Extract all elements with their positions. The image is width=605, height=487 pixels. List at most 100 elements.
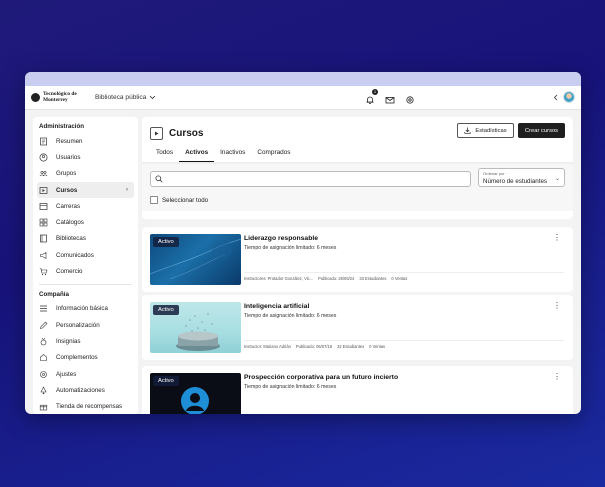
sidebar-item-ajustes[interactable]: Ajustes	[33, 366, 138, 382]
more-options-icon[interactable]: ⋮	[553, 234, 561, 242]
course-subtitle: Tiempo de asignación limitado: 6 meses	[244, 313, 337, 319]
sidebar-item-catálogos[interactable]: Catálogos	[33, 214, 138, 230]
course-icon	[39, 186, 48, 195]
course-subtitle: Tiempo de asignación limitado: 6 meses	[244, 245, 337, 251]
course-thumbnail: Activo	[150, 234, 241, 285]
more-options-icon[interactable]: ⋮	[553, 373, 561, 381]
sidebar-item-carreras[interactable]: Carreras	[33, 198, 138, 214]
career-icon	[39, 202, 48, 211]
tab-all[interactable]: Todos	[150, 143, 179, 162]
sidebar-item-complementos[interactable]: Complementos	[33, 350, 138, 366]
chevron-left-icon[interactable]	[553, 94, 558, 101]
page-title: Cursos	[169, 127, 204, 139]
courses-panel: Cursos Estadísticas Crear cursos Todos A…	[142, 117, 573, 219]
sidebar-item-resumen[interactable]: Resumen	[33, 133, 138, 149]
create-course-button[interactable]: Crear cursos	[518, 123, 565, 138]
settings-icon	[39, 370, 48, 379]
sidebar-item-automatizaciones[interactable]: Automatizaciones	[33, 382, 138, 398]
sidebar-item-información-básica[interactable]: Información básica	[33, 301, 138, 317]
chevron-right-icon: ›	[126, 187, 128, 194]
sort-label: Ordenar por	[483, 171, 505, 176]
divider	[39, 283, 132, 285]
mail-icon[interactable]	[385, 92, 395, 104]
sidebar-item-label: Resumen	[56, 137, 83, 145]
sidebar-item-tienda-de-recompensas[interactable]: Tienda de recompensas	[33, 398, 138, 414]
course-meta: Instructores: Protador González, Vic... …	[244, 272, 564, 281]
sidebar-item-label: Complementos	[56, 354, 98, 362]
section-title-admin: Administración	[39, 123, 85, 130]
group-icon	[39, 169, 48, 178]
status-badge: Activo	[153, 376, 179, 386]
sidebar-item-insignias[interactable]: Insignias	[33, 333, 138, 349]
course-title[interactable]: Inteligencia artificial	[244, 303, 309, 310]
puzzle-icon	[39, 353, 48, 362]
course-sales: 0 Ventas	[391, 276, 408, 281]
sidebar-item-label: Grupos	[56, 170, 77, 178]
course-thumbnail: Activo	[150, 302, 241, 353]
sort-value: Número de estudiantes	[483, 178, 547, 185]
gift-icon	[39, 402, 48, 411]
badge-icon	[39, 337, 48, 346]
list-icon	[39, 304, 48, 313]
sidebar-item-label: Información básica	[56, 305, 108, 313]
sidebar-item-comercio[interactable]: Comercio	[33, 263, 138, 279]
avatar[interactable]	[563, 91, 575, 103]
library-selector[interactable]: Biblioteca pública	[95, 94, 156, 101]
gear-icon[interactable]	[405, 92, 415, 104]
sidebar-item-personalización[interactable]: Personalización	[33, 317, 138, 333]
sidebar-item-label: Personalización	[56, 321, 100, 329]
statistics-button[interactable]: Estadísticas	[457, 123, 514, 138]
more-options-icon[interactable]: ⋮	[553, 302, 561, 310]
download-icon	[464, 127, 471, 134]
pen-icon	[39, 321, 48, 330]
course-instructor: Instructor: Mariano Adrián	[244, 344, 291, 349]
chevron-down-icon	[150, 95, 156, 100]
sidebar-item-label: Cursos	[56, 186, 78, 194]
course-subtitle: Tiempo de asignación limitado: 6 meses	[244, 384, 337, 390]
statistics-button-label: Estadísticas	[475, 127, 507, 134]
status-badge: Activo	[153, 305, 179, 315]
course-title[interactable]: Liderazgo responsable	[244, 235, 318, 242]
course-students: 33 Estudiantes	[359, 276, 387, 281]
course-card[interactable]: Activo Liderazgo responsable Tiempo de a…	[142, 227, 573, 292]
sidebar-item-cursos[interactable]: Cursos ›	[37, 181, 134, 199]
library-icon	[39, 234, 48, 243]
course-card[interactable]: Activo Inteligencia artificial Tiempo de…	[142, 295, 573, 360]
course-published: Publicado: 06/07/18	[295, 344, 333, 349]
sidebar-item-label: Insignias	[56, 337, 81, 345]
course-title[interactable]: Prospección corporativa para un futuro i…	[244, 374, 398, 381]
logo[interactable]: Tecnológico de Monterrey	[31, 91, 81, 103]
checkbox[interactable]	[150, 196, 158, 204]
search-icon	[155, 175, 163, 183]
sidebar: Administración Resumen Usuarios Grupos Curs…	[33, 117, 138, 414]
sidebar-item-label: Carreras	[56, 202, 81, 210]
chevron-down-icon: ⌄	[554, 176, 560, 182]
sidebar-item-grupos[interactable]: Grupos	[33, 166, 138, 182]
sidebar-item-comunicados[interactable]: Comunicados	[33, 247, 138, 263]
user-icon	[39, 153, 48, 162]
automation-icon	[39, 386, 48, 395]
course-instructor: Instructores: Protador González, Vic...	[244, 276, 314, 281]
course-thumbnail: Activo	[150, 373, 241, 414]
search-input[interactable]	[150, 171, 471, 187]
sidebar-item-label: Ajustes	[56, 370, 77, 378]
megaphone-icon	[39, 251, 48, 260]
course-meta: Instructor: Mariano Adrián Publicado: 06…	[244, 340, 564, 349]
sidebar-item-label: Automatizaciones	[56, 386, 105, 394]
window-titlebar	[25, 72, 581, 86]
bell-icon[interactable]: 1	[365, 89, 378, 104]
select-all-checkbox[interactable]: Seleccionar todo	[150, 196, 208, 204]
sidebar-item-bibliotecas[interactable]: Bibliotecas	[33, 231, 138, 247]
logo-text: Tecnológico de Monterrey	[43, 91, 77, 103]
sort-select[interactable]: Ordenar por Número de estudiantes ⌄	[478, 168, 565, 187]
sidebar-item-usuarios[interactable]: Usuarios	[33, 149, 138, 165]
logo-icon	[31, 93, 40, 102]
course-published: Publicado: 26/05/24	[318, 276, 355, 281]
summary-icon	[39, 137, 48, 146]
course-card[interactable]: Activo Prospección corporativa para un f…	[142, 366, 573, 414]
tab-purchased[interactable]: Comprados	[251, 143, 296, 162]
tab-active[interactable]: Activos	[179, 143, 215, 162]
library-label: Biblioteca pública	[95, 94, 147, 101]
tab-inactive[interactable]: Inactivos	[214, 143, 251, 162]
course-students: 32 Estudiantes	[337, 344, 365, 349]
